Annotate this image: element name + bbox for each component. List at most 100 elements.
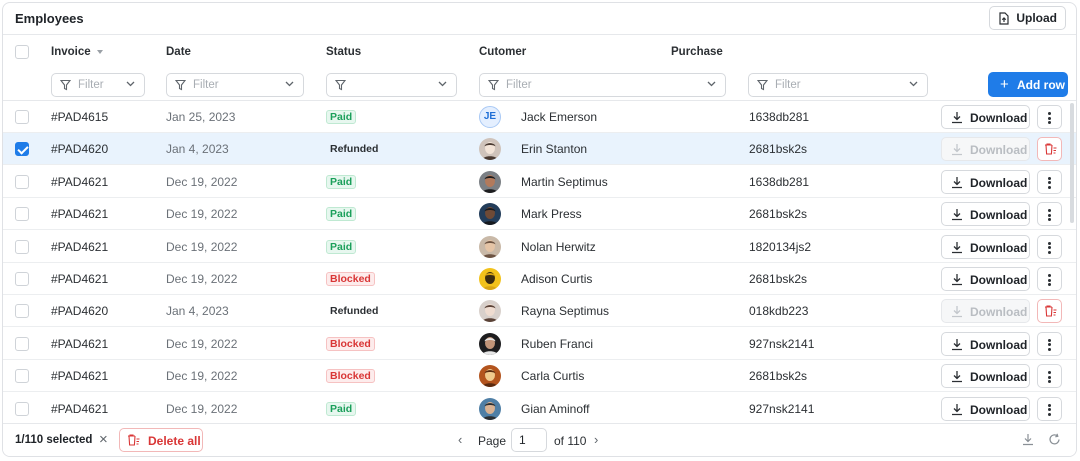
row-checkbox[interactable] [15,336,29,351]
column-header-purchase[interactable]: Purchase [671,46,723,58]
table-footer: 1/110 selected × Delete all ‹ Page of 11… [3,423,1076,456]
column-header-row: Invoice Date Status Cutomer Purchase [3,35,1076,69]
avatar [479,300,501,323]
avatar [479,235,501,258]
row-checkbox[interactable] [15,239,29,254]
delete-row-button[interactable] [1037,299,1062,324]
avatar [479,365,501,388]
purchase-cell: 2681bsk2s [749,369,808,384]
customer-cell: Jack Emerson [521,110,598,124]
table-header-bar: Employees Upload [3,3,1076,35]
date-cell: Dec 19, 2022 [166,272,238,286]
invoice-cell: #PAD4621 [51,174,109,189]
add-row-button[interactable]: + Add row [988,72,1068,97]
selected-count: 1/110 selected [15,434,93,446]
table-row[interactable]: #PAD4621 Dec 19, 2022 Paid Gian Aminoff … [3,393,1076,425]
row-more-button[interactable] [1037,202,1062,227]
previous-page-icon[interactable]: ‹ [458,432,462,447]
row-more-button[interactable] [1037,234,1062,259]
table-row[interactable]: #PAD4621 Dec 19, 2022 Blocked Adison Cur… [3,263,1076,295]
filter-row: Filter Filter Filter Filter + Add row [3,69,1076,101]
row-checkbox[interactable] [15,401,29,416]
date-filter[interactable]: Filter [166,73,304,97]
more-vertical-icon [1048,209,1051,222]
download-icon [952,144,962,156]
row-more-button[interactable] [1037,105,1062,129]
row-checkbox[interactable] [15,272,29,286]
avatar-image [479,235,501,258]
row-checkbox[interactable] [15,207,29,222]
row-more-button[interactable] [1037,169,1062,194]
table-row[interactable]: #PAD4621 Dec 19, 2022 Paid Nolan Herwitz… [3,231,1076,263]
purchase-cell: 2681bsk2s [749,142,808,157]
invoice-cell: #PAD4620 [51,142,109,157]
more-vertical-icon [1048,274,1051,286]
chevron-down-icon [438,81,447,87]
refresh-icon[interactable] [1048,433,1061,446]
vertical-scrollbar[interactable] [1070,103,1074,223]
customer-filter[interactable]: Filter [479,73,726,97]
status-badge: Paid [326,239,357,254]
download-button[interactable]: Download [941,364,1030,389]
download-button[interactable]: Download [941,169,1030,194]
avatar-image [479,203,501,226]
customer-cell: Gian Aminoff [521,401,590,416]
upload-file-icon [999,12,1009,25]
download-button[interactable]: Download [941,202,1030,227]
purchase-cell: 927nsk2141 [749,336,815,351]
purchase-filter[interactable]: Filter [748,73,928,97]
clear-selection-icon[interactable]: × [99,432,108,447]
upload-button[interactable]: Upload [989,6,1066,30]
avatar [479,170,501,193]
download-icon [952,371,962,383]
employees-table-card: Employees Upload Invoice Date Status Cut… [2,2,1077,457]
download-button[interactable]: Download [941,299,1030,324]
avatar [479,332,501,355]
row-checkbox[interactable] [15,142,29,157]
download-button[interactable]: Download [941,137,1030,162]
table-row[interactable]: #PAD4621 Dec 19, 2022 Paid Mark Press 26… [3,198,1076,231]
download-button[interactable]: Download [941,396,1030,421]
download-icon [952,112,962,124]
sort-caret-icon [96,49,103,54]
column-header-invoice[interactable]: Invoice [51,46,103,58]
page-number-input[interactable] [511,428,547,452]
next-page-icon[interactable]: › [594,432,598,447]
column-header-status[interactable]: Status [326,46,361,58]
row-checkbox[interactable] [15,369,29,384]
table-row[interactable]: #PAD4621 Dec 19, 2022 Paid Martin Septim… [3,166,1076,198]
status-badge: Blocked [326,272,375,286]
download-icon[interactable] [1022,433,1034,446]
status-badge: Blocked [326,336,375,351]
select-all-checkbox[interactable] [15,45,29,59]
download-button[interactable]: Download [941,105,1030,129]
plus-icon: + [1000,76,1009,93]
status-filter[interactable] [326,73,457,97]
row-checkbox[interactable] [15,304,29,319]
page-title: Employees [15,11,84,26]
row-more-button[interactable] [1037,364,1062,389]
filter-icon [335,79,346,91]
invoice-filter[interactable]: Filter [51,73,145,97]
row-checkbox[interactable] [15,110,29,124]
download-icon [952,274,962,286]
delete-row-button[interactable] [1037,137,1062,162]
download-icon [952,209,962,221]
table-row[interactable]: #PAD4620 Jan 4, 2023 Refunded Rayna Sept… [3,295,1076,328]
delete-all-button[interactable]: Delete all [119,428,203,452]
table-row[interactable]: #PAD4621 Dec 19, 2022 Blocked Ruben Fran… [3,328,1076,360]
row-checkbox[interactable] [15,174,29,189]
filter-icon [175,79,186,91]
more-vertical-icon [1048,176,1051,189]
download-button[interactable]: Download [941,331,1030,356]
table-row[interactable]: #PAD4615 Jan 25, 2023 Paid JE Jack Emers… [3,101,1076,133]
table-row[interactable]: #PAD4621 Dec 19, 2022 Blocked Carla Curt… [3,360,1076,393]
row-more-button[interactable] [1037,396,1062,421]
row-more-button[interactable] [1037,331,1062,356]
row-more-button[interactable] [1037,267,1062,291]
download-button[interactable]: Download [941,267,1030,291]
table-row[interactable]: #PAD4620 Jan 4, 2023 Refunded Erin Stant… [3,133,1076,166]
download-button[interactable]: Download [941,234,1030,259]
column-header-customer[interactable]: Cutomer [479,46,526,58]
column-header-date[interactable]: Date [166,46,191,58]
